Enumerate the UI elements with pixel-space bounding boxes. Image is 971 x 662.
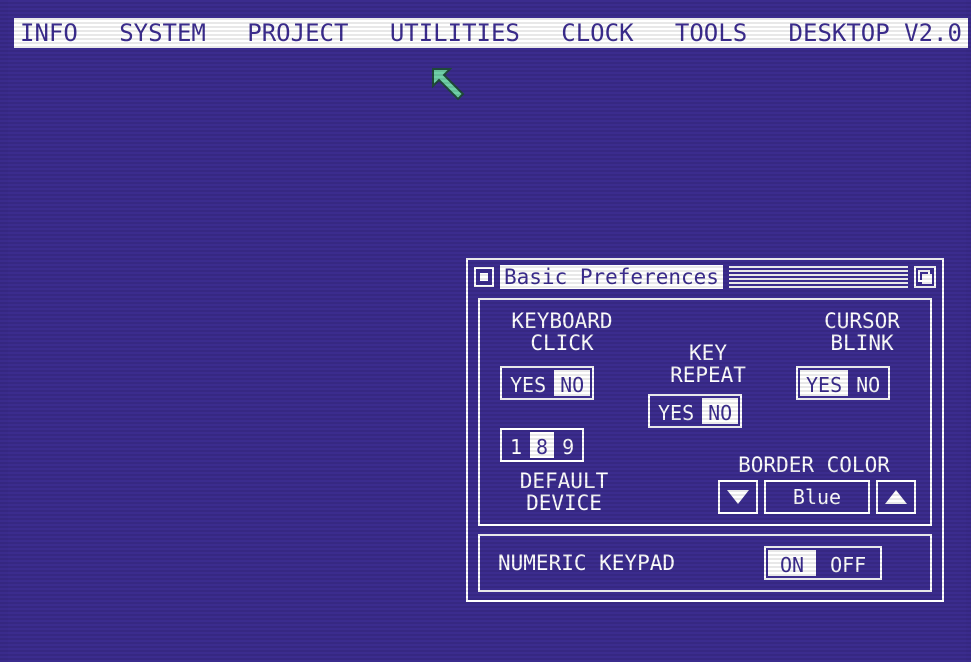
numeric-keypad-off[interactable]: OFF xyxy=(818,550,878,577)
menu-desktop-version[interactable]: DESKTOP V2.0 xyxy=(789,19,962,47)
menu-info[interactable]: INFO xyxy=(20,19,78,47)
resize-box-icon[interactable] xyxy=(914,266,936,288)
numeric-keypad-label: NUMERIC KEYPAD xyxy=(498,551,676,575)
numeric-keypad-toggle: ON OFF xyxy=(764,546,883,580)
arrow-pointer-icon xyxy=(432,68,465,101)
default-device-1[interactable]: 1 xyxy=(504,432,528,459)
key-repeat-toggle: YES NO xyxy=(648,394,743,428)
keyboard-click-toggle: YES NO xyxy=(500,366,595,400)
border-color-label: BORDER COLOR xyxy=(738,453,890,477)
numeric-keypad-on[interactable]: ON xyxy=(768,550,817,577)
window-title: Basic Preferences xyxy=(500,265,723,289)
default-device-9[interactable]: 9 xyxy=(556,432,580,459)
default-device-label: DEFAULT DEVICE xyxy=(519,469,609,515)
border-color-next-button[interactable] xyxy=(876,480,916,514)
key-repeat-label: KEY REPEAT xyxy=(670,341,746,387)
numeric-keypad-panel: NUMERIC KEYPAD ON OFF xyxy=(478,534,932,592)
menu-project[interactable]: PROJECT xyxy=(247,19,348,47)
menu-system[interactable]: SYSTEM xyxy=(119,19,206,47)
border-color-value: Blue xyxy=(764,480,870,514)
close-box-icon[interactable] xyxy=(474,267,494,287)
keyboard-click-yes[interactable]: YES xyxy=(504,370,552,397)
default-device-8[interactable]: 8 xyxy=(530,432,555,459)
cursor-blink-yes[interactable]: YES xyxy=(800,370,849,397)
menu-utilities[interactable]: UTILITIES xyxy=(390,19,520,47)
border-color-prev-button[interactable] xyxy=(718,480,758,514)
menu-clock[interactable]: CLOCK xyxy=(561,19,633,47)
preferences-window: Basic Preferences KEYBOARD CLICK YES NO … xyxy=(466,258,944,602)
cursor-blink-label: CURSOR BLINK xyxy=(824,309,900,355)
keyboard-click-no[interactable]: NO xyxy=(554,370,591,397)
window-title-bar[interactable]: Basic Preferences xyxy=(474,264,936,290)
key-repeat-no[interactable]: NO xyxy=(702,398,739,425)
keyboard-click-label: KEYBOARD CLICK xyxy=(511,309,613,355)
menu-bar: INFO SYSTEM PROJECT UTILITIES CLOCK TOOL… xyxy=(14,18,968,48)
key-repeat-yes[interactable]: YES xyxy=(652,398,700,425)
cursor-blink-no[interactable]: NO xyxy=(850,370,886,397)
menu-tools[interactable]: TOOLS xyxy=(675,19,747,47)
title-bar-stripes xyxy=(728,266,908,288)
down-arrow-icon xyxy=(727,490,749,504)
default-device-selector: 1 8 9 xyxy=(500,428,585,462)
up-arrow-icon xyxy=(885,490,907,504)
cursor-blink-toggle: YES NO xyxy=(796,366,891,400)
preferences-panel: KEYBOARD CLICK YES NO KEY REPEAT YES NO … xyxy=(478,298,932,526)
